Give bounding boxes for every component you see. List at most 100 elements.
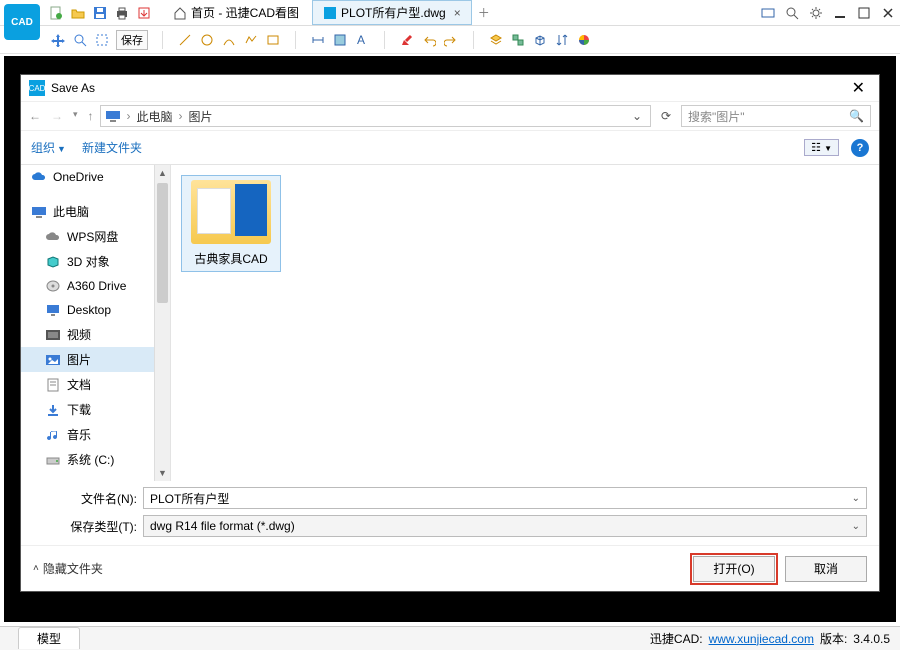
computer-icon xyxy=(31,204,47,220)
cube-icon xyxy=(45,254,61,270)
sidebar-item-cube[interactable]: 3D 对象 xyxy=(21,249,170,274)
scroll-up-icon[interactable]: ▲ xyxy=(155,165,170,181)
folder-item[interactable]: 古典家具CAD xyxy=(181,175,281,272)
open-folder-icon[interactable] xyxy=(70,5,86,21)
layers-icon[interactable] xyxy=(488,32,504,48)
filetype-value: dwg R14 file format (*.dwg) xyxy=(150,519,295,533)
sidebar-item-cloud[interactable]: WPS网盘 xyxy=(21,224,170,249)
polyline-tool-icon[interactable] xyxy=(243,32,259,48)
color-wheel-icon[interactable] xyxy=(576,32,592,48)
filename-input[interactable]: PLOT所有户型 ⌄ xyxy=(143,487,867,509)
chevron-down-icon[interactable]: ⌄ xyxy=(852,493,860,504)
cloud-icon xyxy=(45,229,61,245)
cad-file-icon xyxy=(323,6,337,20)
select-icon[interactable] xyxy=(94,32,110,48)
brand-url[interactable]: www.xunjiecad.com xyxy=(709,632,814,646)
main-toolbar: 保存 A xyxy=(0,26,900,54)
up-icon[interactable]: ↑ xyxy=(88,109,94,123)
refresh-icon[interactable]: ⟳ xyxy=(657,109,675,123)
new-folder-button[interactable]: 新建文件夹 xyxy=(82,139,142,156)
new-file-icon[interactable] xyxy=(48,5,64,21)
filetype-select[interactable]: dwg R14 file format (*.dwg) ⌄ xyxy=(143,515,867,537)
search-icon: 🔍 xyxy=(849,109,864,123)
breadcrumb-current[interactable]: 图片 xyxy=(189,108,213,125)
scrollbar[interactable]: ▲ ▼ xyxy=(154,165,170,481)
model-tab[interactable]: 模型 xyxy=(18,627,80,649)
dialog-app-icon: CAD xyxy=(29,80,45,96)
folder-icon xyxy=(191,180,271,244)
arc-tool-icon[interactable] xyxy=(221,32,237,48)
back-icon[interactable]: ← xyxy=(29,109,41,123)
file-list[interactable]: 古典家具CAD xyxy=(171,165,879,481)
search-input[interactable]: 搜索"图片" 🔍 xyxy=(681,105,871,127)
open-button[interactable]: 打开(O) xyxy=(693,556,775,582)
close-icon[interactable]: ✕ xyxy=(846,78,871,98)
chevron-right-icon[interactable]: › xyxy=(179,109,183,123)
sidebar-item-label: OneDrive xyxy=(53,170,104,184)
app-logo: CAD xyxy=(4,4,40,40)
music-icon xyxy=(45,427,61,443)
sidebar-item-download[interactable]: 下载 xyxy=(21,397,170,422)
quick-access-toolbar xyxy=(48,5,152,21)
view-mode-button[interactable]: ☷ ▼ xyxy=(804,139,839,156)
tab-home[interactable]: 首页 - 迅捷CAD看图 xyxy=(162,0,310,25)
rect-tool-icon[interactable] xyxy=(265,32,281,48)
address-bar[interactable]: › 此电脑 › 图片 ⌄ xyxy=(100,105,651,127)
sidebar-item-music[interactable]: 音乐 xyxy=(21,422,170,447)
cloud-blue-icon xyxy=(31,169,47,185)
export-icon[interactable] xyxy=(136,5,152,21)
sidebar-item-computer[interactable]: 此电脑 xyxy=(21,199,170,224)
sort-icon[interactable] xyxy=(554,32,570,48)
desktop-icon xyxy=(45,302,61,318)
organize-button[interactable]: 组织▼ xyxy=(31,139,66,156)
sidebar-item-label: 视频 xyxy=(67,326,91,343)
chevron-right-icon[interactable]: › xyxy=(127,109,131,123)
zoom-window-icon[interactable] xyxy=(72,32,88,48)
folder-sidebar: OneDrive 此电脑WPS网盘3D 对象A360 DriveDesktop 视频… xyxy=(21,165,171,481)
dimension-icon[interactable] xyxy=(310,32,326,48)
save-label: 保存 xyxy=(116,30,148,50)
minimize-icon[interactable] xyxy=(832,5,848,21)
scroll-thumb[interactable] xyxy=(157,183,168,303)
close-window-icon[interactable] xyxy=(880,5,896,21)
pan-icon[interactable] xyxy=(50,32,66,48)
scroll-down-icon[interactable]: ▼ xyxy=(155,465,170,481)
forward-icon[interactable]: → xyxy=(51,109,63,123)
help-icon[interactable]: ? xyxy=(851,139,869,157)
screenshot-icon[interactable] xyxy=(760,5,776,21)
redo-icon[interactable] xyxy=(443,32,459,48)
cancel-button[interactable]: 取消 xyxy=(785,556,867,582)
new-tab-button[interactable]: ＋ xyxy=(474,4,494,21)
save-icon[interactable] xyxy=(92,5,108,21)
settings-icon[interactable] xyxy=(808,5,824,21)
block-icon[interactable] xyxy=(510,32,526,48)
sidebar-item-drive[interactable]: 系统 (C:) xyxy=(21,447,170,472)
text-tool-icon[interactable]: A xyxy=(354,32,370,48)
sidebar-item-video[interactable]: 视频 xyxy=(21,322,170,347)
line-tool-icon[interactable] xyxy=(177,32,193,48)
recent-dropdown-icon[interactable]: ▾ xyxy=(73,109,78,123)
maximize-icon[interactable] xyxy=(856,5,872,21)
sidebar-item-disc[interactable]: A360 Drive xyxy=(21,274,170,298)
sidebar-item-doc[interactable]: 文档 xyxy=(21,372,170,397)
zoom-icon[interactable] xyxy=(784,5,800,21)
tab-plot-dwg[interactable]: PLOT所有户型.dwg × xyxy=(312,0,472,25)
version-label: 版本: xyxy=(820,630,847,647)
sidebar-item-desktop[interactable]: Desktop xyxy=(21,298,170,322)
address-dropdown-icon[interactable]: ⌄ xyxy=(628,109,646,123)
circle-tool-icon[interactable] xyxy=(199,32,215,48)
dialog-title: Save As xyxy=(51,81,95,95)
sidebar-item-picture[interactable]: 图片 xyxy=(21,347,170,372)
area-icon[interactable] xyxy=(332,32,348,48)
hidden-folders-toggle[interactable]: ˄ 隐藏文件夹 xyxy=(33,560,103,577)
edit-icon[interactable] xyxy=(399,32,415,48)
print-icon[interactable] xyxy=(114,5,130,21)
filename-label: 文件名(N): xyxy=(67,490,137,507)
breadcrumb-root[interactable]: 此电脑 xyxy=(137,108,173,125)
close-tab-icon[interactable]: × xyxy=(454,6,461,20)
3d-icon[interactable] xyxy=(532,32,548,48)
chevron-down-icon[interactable]: ⌄ xyxy=(852,521,860,532)
picture-icon xyxy=(45,352,61,368)
undo-icon[interactable] xyxy=(421,32,437,48)
sidebar-item-cloud-blue[interactable]: OneDrive xyxy=(21,165,170,189)
